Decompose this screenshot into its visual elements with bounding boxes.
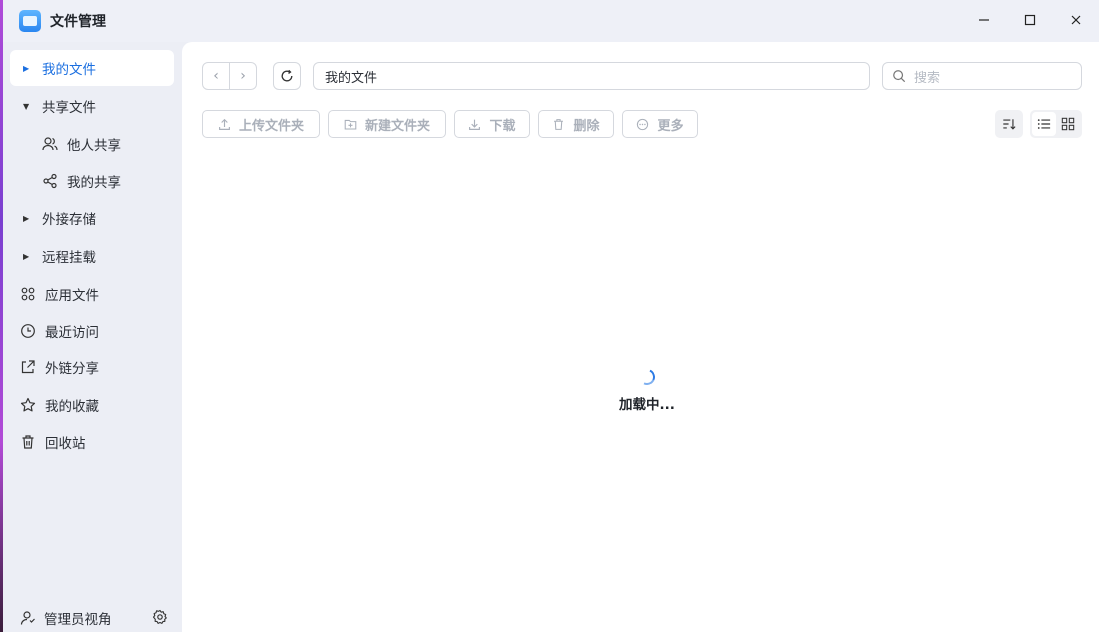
sidebar-item-app-files[interactable]: 应用文件 <box>10 276 174 312</box>
window-controls <box>961 0 1099 42</box>
sidebar-item-label: 我的共享 <box>67 175 121 191</box>
loading-text: 加载中... <box>619 397 675 413</box>
caret-right-icon: ▶ <box>23 63 30 73</box>
admin-user-icon <box>19 610 37 626</box>
external-link-icon <box>19 359 37 375</box>
sidebar-item-label: 最近访问 <box>45 325 99 341</box>
sidebar-item-recycle-bin[interactable]: 回收站 <box>10 424 174 460</box>
caret-right-icon: ▶ <box>23 251 30 261</box>
sort-icon <box>1003 119 1016 130</box>
trash-icon <box>19 434 37 450</box>
view-mode-toggle <box>1030 110 1082 138</box>
admin-view-row[interactable]: 管理员视角 <box>10 604 174 632</box>
delete-button[interactable]: 删除 <box>538 110 614 138</box>
apps-grid-icon <box>19 286 37 302</box>
list-view-button[interactable] <box>1032 112 1056 136</box>
app-logo-icon <box>19 10 41 32</box>
admin-view-label: 管理员视角 <box>44 612 112 628</box>
sidebar-item-label: 回收站 <box>45 436 86 452</box>
new-folder-label: 新建文件夹 <box>364 118 430 134</box>
more-icon <box>636 118 649 131</box>
share-icon <box>41 173 59 189</box>
path-bar[interactable]: 我的文件 <box>313 62 870 90</box>
caret-down-icon: ▼ <box>23 101 30 111</box>
forward-button[interactable]: › <box>229 63 256 89</box>
trash-icon <box>552 118 565 131</box>
sidebar-item-recent[interactable]: 最近访问 <box>10 313 174 349</box>
new-folder-button[interactable]: 新建文件夹 <box>328 110 446 138</box>
search-placeholder: 搜索 <box>914 70 941 86</box>
main-panel: ‹ › 我的文件 搜索 上传文件夹 新建文件夹 下载 删除 更多 加载中... <box>182 42 1099 632</box>
refresh-button[interactable] <box>273 62 301 90</box>
clock-icon <box>19 323 37 339</box>
upload-icon <box>218 118 231 131</box>
refresh-icon <box>281 69 293 82</box>
new-folder-icon <box>344 118 357 131</box>
minimize-icon <box>979 19 989 21</box>
chevron-left-icon: ‹ <box>213 68 219 84</box>
list-icon <box>1037 119 1051 129</box>
download-icon <box>468 118 481 131</box>
close-icon <box>1071 15 1081 25</box>
maximize-button[interactable] <box>1007 0 1053 40</box>
sidebar-item-external-storage[interactable]: ▶ 外接存储 <box>10 200 174 236</box>
sidebar-item-link-share[interactable]: 外链分享 <box>10 349 174 385</box>
close-button[interactable] <box>1053 0 1099 40</box>
sidebar-item-my-files[interactable]: ▶ 我的文件 <box>10 50 174 86</box>
sort-button[interactable] <box>995 110 1023 138</box>
delete-label: 删除 <box>573 118 600 134</box>
sidebar-item-favorites[interactable]: 我的收藏 <box>10 387 174 423</box>
gear-icon[interactable] <box>152 609 168 629</box>
sidebar-item-my-shares[interactable]: 我的共享 <box>10 163 174 199</box>
minimize-button[interactable] <box>961 0 1007 40</box>
back-button[interactable]: ‹ <box>203 63 229 89</box>
grid-view-button[interactable] <box>1056 112 1080 136</box>
sidebar-item-label: 远程挂载 <box>42 250 96 266</box>
sidebar-item-label: 我的文件 <box>42 62 96 78</box>
sidebar-item-shared-by-others[interactable]: 他人共享 <box>10 126 174 162</box>
history-nav: ‹ › <box>202 62 257 90</box>
upload-folder-button[interactable]: 上传文件夹 <box>202 110 320 138</box>
sidebar: ▶ 我的文件 ▼ 共享文件 他人共享 我的共享 ▶ 外接存储 ▶ 远程挂载 应用… <box>3 42 182 632</box>
upload-folder-label: 上传文件夹 <box>238 118 304 134</box>
download-button[interactable]: 下载 <box>454 110 530 138</box>
download-label: 下载 <box>489 118 516 134</box>
sidebar-item-label: 外链分享 <box>45 361 99 377</box>
sidebar-item-label: 应用文件 <box>45 288 99 304</box>
sidebar-item-label: 我的收藏 <box>45 399 99 415</box>
sidebar-item-label: 他人共享 <box>67 138 121 154</box>
chevron-right-icon: › <box>240 68 246 84</box>
search-input[interactable]: 搜索 <box>882 62 1082 90</box>
sidebar-item-label: 共享文件 <box>42 100 96 116</box>
more-button[interactable]: 更多 <box>622 110 698 138</box>
sidebar-item-shared-files[interactable]: ▼ 共享文件 <box>10 88 174 124</box>
sidebar-item-remote-mount[interactable]: ▶ 远程挂载 <box>10 238 174 274</box>
caret-right-icon: ▶ <box>23 213 30 223</box>
loading-indicator: 加载中... <box>602 366 692 413</box>
sidebar-item-label: 外接存储 <box>42 212 96 228</box>
star-icon <box>19 397 37 413</box>
people-icon <box>41 136 59 152</box>
spinner-icon <box>636 366 658 388</box>
grid-icon <box>1061 117 1075 131</box>
title-bar: 文件管理 <box>3 0 1099 42</box>
search-icon <box>893 70 906 83</box>
app-title: 文件管理 <box>50 14 106 30</box>
maximize-icon <box>1024 14 1036 26</box>
more-label: 更多 <box>657 118 684 134</box>
